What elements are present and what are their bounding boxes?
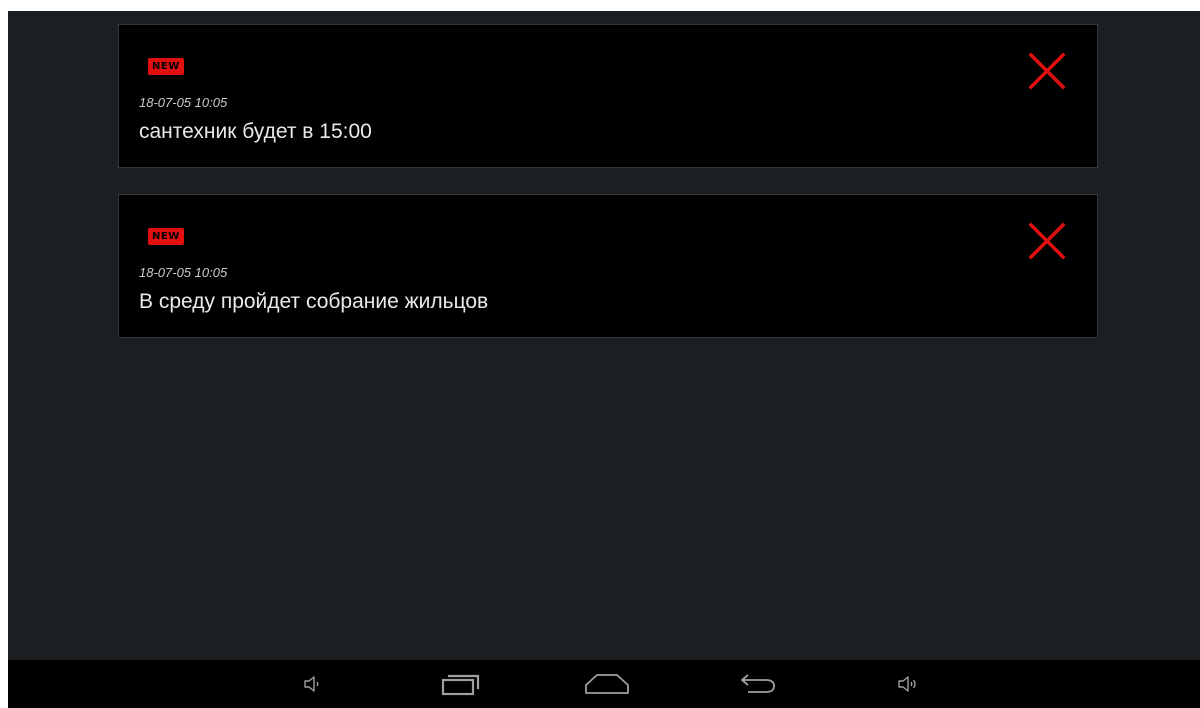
recent-apps-icon [441, 674, 480, 696]
close-x-icon [1028, 52, 1066, 90]
home-icon [585, 674, 629, 694]
close-x-icon [1028, 222, 1066, 260]
new-badge: NEW [148, 228, 184, 245]
system-navigation-bar [8, 660, 1200, 708]
home-button[interactable] [579, 660, 635, 708]
message-list: NEW 18-07-05 10:05 сантехник будет в 15:… [118, 24, 1098, 364]
delete-message-button[interactable] [1028, 52, 1066, 90]
message-text: В среду пройдет собрание жильцов [139, 290, 489, 313]
back-button[interactable] [731, 660, 787, 708]
volume-down-icon [304, 676, 319, 692]
volume-up-icon [898, 676, 916, 692]
message-card: NEW 18-07-05 10:05 В среду пройдет собра… [118, 194, 1098, 338]
message-card: NEW 18-07-05 10:05 сантехник будет в 15:… [118, 24, 1098, 168]
message-text: сантехник будет в 15:00 [139, 120, 372, 143]
delete-message-button[interactable] [1028, 222, 1066, 260]
message-timestamp: 18-07-05 10:05 [139, 265, 228, 280]
app-screen: NEW 18-07-05 10:05 сантехник будет в 15:… [8, 11, 1200, 708]
recent-apps-button[interactable] [432, 660, 488, 708]
volume-down-button[interactable] [284, 660, 340, 708]
message-timestamp: 18-07-05 10:05 [139, 95, 228, 110]
new-badge: NEW [148, 58, 184, 75]
back-icon [741, 674, 775, 693]
volume-up-button[interactable] [879, 660, 935, 708]
